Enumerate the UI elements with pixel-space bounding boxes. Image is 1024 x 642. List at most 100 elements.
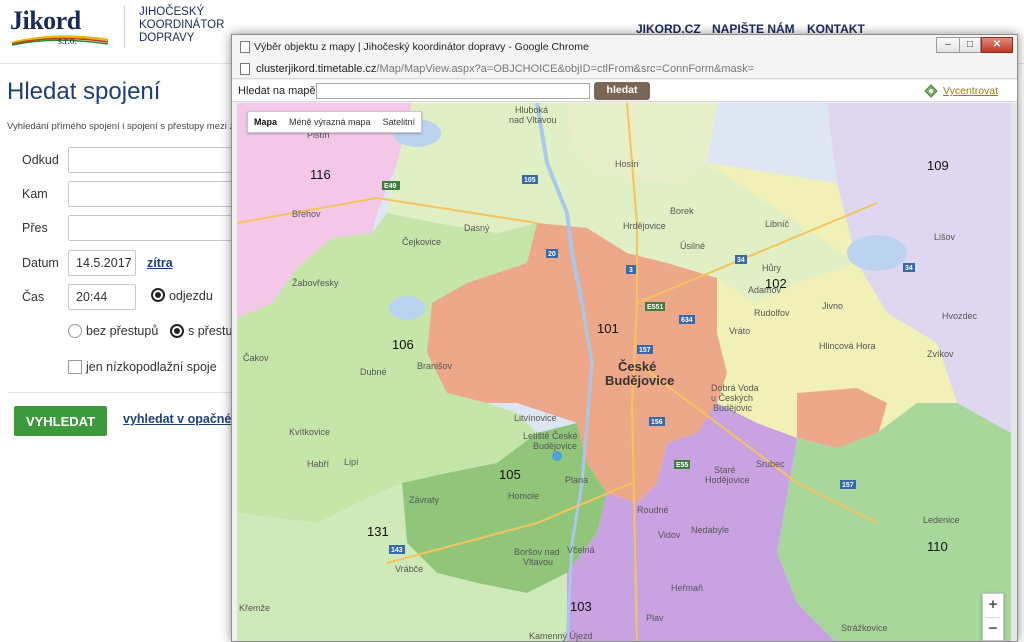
recenter-icon[interactable] (924, 84, 938, 98)
popup-title: Výběr objektu z mapy | Jihočeský koordin… (254, 41, 589, 53)
svg-text:Hlincová Hora: Hlincová Hora (819, 341, 876, 351)
recenter-link[interactable]: Vycentrovat (943, 85, 998, 97)
map-type-muted[interactable]: Méně výrazná mapa (283, 112, 377, 132)
jikord-logo[interactable]: Jikord s.r.o. (10, 6, 110, 52)
url-text[interactable]: clusterjikord.timetable.cz/Map/MapView.a… (256, 63, 754, 75)
svg-text:Vrábče: Vrábče (395, 564, 423, 574)
svg-text:nad Vltavou: nad Vltavou (509, 115, 557, 125)
svg-text:157: 157 (639, 347, 651, 354)
popup-titlebar[interactable]: Výběr objektu z mapy | Jihočeský koordin… (232, 35, 1017, 59)
map-search-bar: Hledat na mapě hledat Vycentrovat (232, 80, 1017, 102)
svg-text:Hůry: Hůry (762, 263, 782, 273)
zoom-control: + − (982, 593, 1004, 641)
svg-text:Břehov: Břehov (292, 209, 321, 219)
svg-text:Lišov: Lišov (934, 232, 956, 242)
svg-text:Vltavou: Vltavou (523, 557, 553, 567)
svg-text:157: 157 (842, 482, 854, 489)
date-input[interactable]: 14.5.2017 (68, 250, 136, 276)
zoom-in-button[interactable]: + (983, 594, 1003, 617)
departure-radio[interactable] (151, 288, 165, 302)
svg-text:Libníč: Libníč (765, 219, 790, 229)
map-labels-layer: 116 109 102 101 106 105 131 110 103 Česk… (239, 105, 978, 641)
svg-text:Úsilné: Úsilné (680, 241, 705, 251)
reverse-search-link[interactable]: vyhledat v opačném (123, 412, 243, 426)
form-divider (8, 392, 238, 393)
no-transfer-radio[interactable] (68, 324, 82, 338)
svg-text:Litvínovice: Litvínovice (514, 413, 557, 423)
city-name-2: Budějovice (605, 373, 674, 388)
map-type-map[interactable]: Mapa (248, 112, 283, 132)
svg-text:Jivno: Jivno (822, 301, 843, 311)
address-bar[interactable]: clusterjikord.timetable.cz/Map/MapView.a… (232, 59, 1017, 79)
svg-text:Kvítkovice: Kvítkovice (289, 427, 330, 437)
svg-text:Adamov: Adamov (748, 285, 782, 295)
svg-text:Zvíkov: Zvíkov (927, 349, 954, 359)
svg-text:105: 105 (524, 177, 536, 184)
date-label: Datum (22, 256, 59, 270)
svg-text:34: 34 (737, 257, 745, 264)
svg-text:Včelná: Včelná (567, 545, 595, 555)
map-search-input[interactable] (316, 83, 590, 99)
svg-text:Hrdějovice: Hrdějovice (623, 221, 666, 231)
zone-101: 101 (597, 321, 619, 336)
map-search-button[interactable]: hledat (594, 82, 650, 100)
via-label: Přes (22, 221, 48, 235)
minimize-button[interactable]: – (936, 37, 960, 53)
logo-sro: s.r.o. (58, 36, 78, 47)
maximize-button[interactable]: □ (959, 37, 981, 53)
map-canvas[interactable]: 116 109 102 101 106 105 131 110 103 Česk… (237, 103, 1011, 641)
svg-text:Závraty: Závraty (409, 495, 440, 505)
no-transfer-label: bez přestupů (86, 324, 159, 338)
svg-text:u Českých: u Českých (711, 393, 753, 403)
with-transfer-label: s přestu (188, 324, 233, 338)
svg-text:634: 634 (681, 317, 693, 324)
svg-text:Kamenný Újezd: Kamenný Újezd (529, 631, 593, 641)
svg-text:Staré: Staré (714, 465, 736, 475)
svg-text:Homole: Homole (508, 491, 539, 501)
map-type-satellite[interactable]: Satelitní (377, 112, 422, 132)
tomorrow-link[interactable]: zítra (147, 256, 173, 270)
close-button[interactable]: ✕ (981, 37, 1013, 53)
departure-label: odjezdu (169, 289, 213, 303)
svg-text:Vráto: Vráto (729, 326, 750, 336)
to-label: Kam (22, 187, 48, 201)
zone-103: 103 (570, 599, 592, 614)
airport-icon (552, 451, 562, 461)
svg-text:Roudné: Roudné (637, 505, 669, 515)
svg-text:Lipí: Lipí (344, 457, 359, 467)
svg-text:20: 20 (548, 251, 556, 258)
svg-text:Hvozdec: Hvozdec (942, 311, 978, 321)
zone-131: 131 (367, 524, 389, 539)
to-input[interactable] (68, 181, 238, 207)
city-name-1: České (618, 359, 656, 374)
zone-106: 106 (392, 337, 414, 352)
svg-text:E55: E55 (676, 462, 689, 469)
svg-text:Hodějovice: Hodějovice (705, 475, 750, 485)
svg-text:3: 3 (629, 267, 633, 274)
svg-text:Žabovřesky: Žabovřesky (292, 278, 339, 288)
popup-scrollbar[interactable] (1011, 103, 1017, 641)
svg-text:Dubné: Dubné (360, 367, 387, 377)
svg-text:Boršov nad: Boršov nad (514, 547, 560, 557)
via-input[interactable] (68, 215, 238, 241)
zone-109: 109 (927, 158, 949, 173)
low-floor-checkbox[interactable] (68, 360, 82, 374)
zoom-out-button[interactable]: − (983, 618, 1003, 641)
svg-text:Hluboká: Hluboká (515, 105, 548, 115)
page-subtitle: Vyhledání přímého spojení i spojení s př… (7, 121, 235, 132)
map-popup-window[interactable]: Výběr objektu z mapy | Jihočeský koordin… (231, 34, 1018, 642)
search-button[interactable]: VYHLEDAT (14, 406, 107, 436)
time-input[interactable]: 20:44 (68, 284, 136, 310)
from-input[interactable] (68, 147, 238, 173)
svg-text:Vidov: Vidov (658, 530, 681, 540)
page-icon (240, 63, 250, 75)
svg-text:Rudolfov: Rudolfov (754, 308, 790, 318)
svg-text:Čakov: Čakov (243, 353, 269, 363)
svg-text:Hosín: Hosín (615, 159, 639, 169)
svg-text:E49: E49 (384, 183, 397, 190)
zone-116: 116 (310, 167, 331, 182)
zone-110: 110 (927, 539, 948, 554)
svg-text:Čejkovice: Čejkovice (402, 237, 441, 247)
with-transfer-radio[interactable] (170, 324, 184, 338)
from-label: Odkud (22, 153, 59, 167)
